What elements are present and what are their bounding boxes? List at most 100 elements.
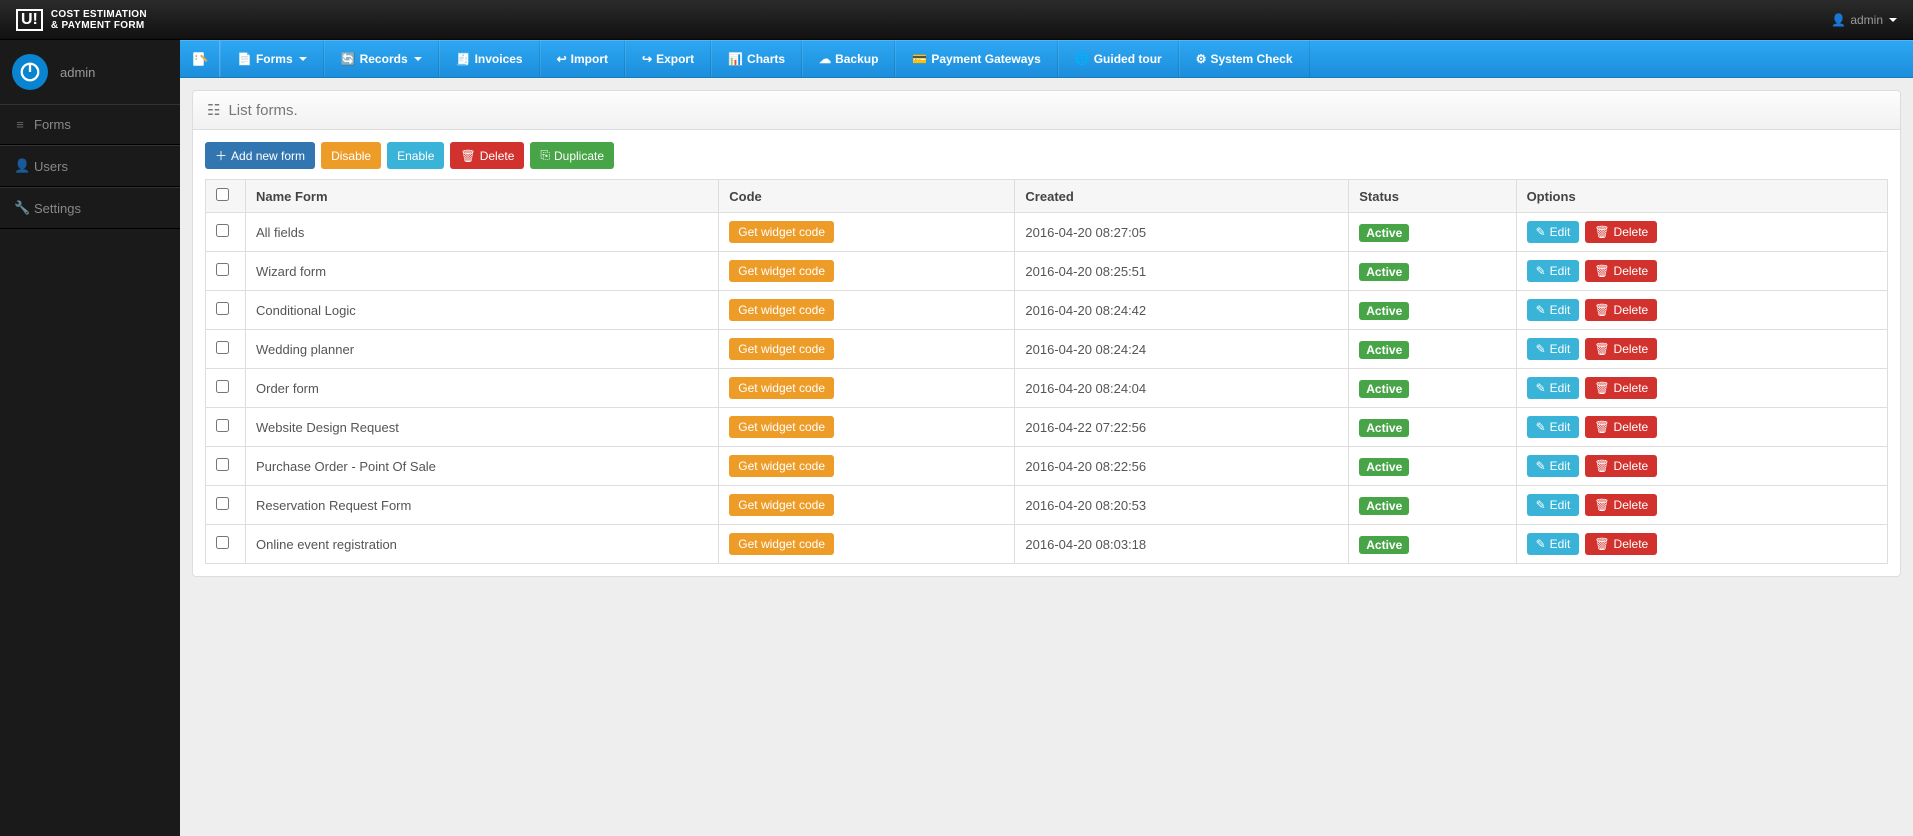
row-checkbox[interactable]	[216, 419, 229, 432]
brand-line1: COST ESTIMATION	[51, 9, 147, 20]
edit-icon: ✎	[1536, 303, 1546, 317]
select-all-checkbox[interactable]	[216, 188, 229, 201]
table-row: Website Design RequestGet widget code201…	[206, 408, 1888, 447]
chart-icon: 📊	[728, 52, 743, 66]
pencil-form-icon	[191, 50, 209, 68]
brand-logo: U!	[16, 9, 43, 31]
row-name: Reservation Request Form	[246, 486, 719, 525]
edit-button[interactable]: ✎ Edit	[1527, 416, 1580, 438]
user-menu-label: admin	[1850, 13, 1883, 27]
toolbar-records[interactable]: 🔄Records	[324, 41, 439, 77]
table-row: Order formGet widget code2016-04-20 08:2…	[206, 369, 1888, 408]
get-widget-code-button[interactable]: Get widget code	[729, 377, 834, 399]
row-created: 2016-04-20 08:27:05	[1015, 213, 1349, 252]
row-created: 2016-04-20 08:24:24	[1015, 330, 1349, 369]
get-widget-code-button[interactable]: Get widget code	[729, 299, 834, 321]
get-widget-code-button[interactable]: Get widget code	[729, 260, 834, 282]
toolbar-charts[interactable]: 📊Charts	[711, 41, 802, 77]
get-widget-code-button[interactable]: Get widget code	[729, 455, 834, 477]
wrench-icon: 🔧	[14, 200, 26, 216]
row-delete-button[interactable]: 🗑 Delete	[1585, 299, 1657, 321]
edit-icon: ✎	[1536, 225, 1546, 239]
get-widget-code-button[interactable]: Get widget code	[729, 338, 834, 360]
chevron-down-icon	[1889, 18, 1897, 22]
trash-icon: 🗑	[1594, 420, 1609, 434]
get-widget-code-button[interactable]: Get widget code	[729, 416, 834, 438]
trash-icon: 🗑	[1594, 498, 1609, 512]
list-icon: ☷	[207, 101, 220, 119]
toolbar-import[interactable]: ↩Import	[540, 41, 625, 77]
export-icon: ↪	[642, 52, 652, 66]
edit-button[interactable]: ✎ Edit	[1527, 377, 1580, 399]
edit-icon: ✎	[1536, 381, 1546, 395]
edit-button[interactable]: ✎ Edit	[1527, 299, 1580, 321]
row-checkbox[interactable]	[216, 224, 229, 237]
toolbar-invoices[interactable]: 🧾Invoices	[439, 41, 540, 77]
sidebar-item-forms[interactable]: ≡Forms	[0, 104, 180, 145]
toolbar-system[interactable]: ⚙System Check	[1179, 41, 1310, 77]
toolbar-app-icon[interactable]	[180, 41, 220, 77]
table-row: Purchase Order - Point Of Sale Get widget…	[206, 447, 1888, 486]
duplicate-button[interactable]: ⎘Duplicate	[530, 142, 614, 169]
row-delete-button[interactable]: 🗑 Delete	[1585, 377, 1657, 399]
brand-line2: & PAYMENT FORM	[51, 20, 147, 31]
row-checkbox[interactable]	[216, 302, 229, 315]
row-checkbox[interactable]	[216, 263, 229, 276]
row-name: Online event registration	[246, 525, 719, 564]
sidebar-item-users[interactable]: 👤Users	[0, 145, 180, 187]
row-checkbox[interactable]	[216, 458, 229, 471]
toolbar-label: System Check	[1210, 52, 1292, 66]
row-delete-button[interactable]: 🗑 Delete	[1585, 221, 1657, 243]
add-form-button[interactable]: ＋Add new form	[205, 142, 315, 169]
button-label: Delete	[480, 149, 515, 163]
edit-button[interactable]: ✎ Edit	[1527, 455, 1580, 477]
panel-title: List forms.	[228, 102, 297, 119]
edit-button[interactable]: ✎ Edit	[1527, 338, 1580, 360]
col-name: Name Form	[246, 180, 719, 213]
row-checkbox[interactable]	[216, 497, 229, 510]
row-checkbox[interactable]	[216, 536, 229, 549]
row-name: Conditional Logic	[246, 291, 719, 330]
user-menu[interactable]: 👤 admin	[1831, 13, 1897, 27]
refresh-icon: 🔄	[341, 52, 356, 66]
row-delete-button[interactable]: 🗑 Delete	[1585, 416, 1657, 438]
user-icon: 👤	[14, 158, 26, 174]
edit-button[interactable]: ✎ Edit	[1527, 533, 1580, 555]
row-created: 2016-04-20 08:22:56	[1015, 447, 1349, 486]
delete-button[interactable]: 🗑Delete	[450, 142, 524, 169]
trash-icon: 🗑	[1594, 303, 1609, 317]
status-badge: Active	[1359, 497, 1409, 515]
row-name: Purchase Order - Point Of Sale	[246, 447, 719, 486]
sidebar-item-settings[interactable]: 🔧Settings	[0, 187, 180, 229]
row-created: 2016-04-20 08:25:51	[1015, 252, 1349, 291]
row-delete-button[interactable]: 🗑 Delete	[1585, 260, 1657, 282]
row-name: Website Design Request	[246, 408, 719, 447]
get-widget-code-button[interactable]: Get widget code	[729, 533, 834, 555]
enable-button[interactable]: Enable	[387, 142, 444, 169]
row-checkbox[interactable]	[216, 341, 229, 354]
brand-title: COST ESTIMATION & PAYMENT FORM	[51, 9, 147, 31]
toolbar-tour[interactable]: 🌐Guided tour	[1058, 41, 1179, 77]
toolbar-forms[interactable]: 📄Forms	[220, 41, 324, 77]
table-row: Online event registration Get widget code…	[206, 525, 1888, 564]
toolbar-backup[interactable]: ☁Backup	[802, 41, 895, 77]
row-delete-button[interactable]: 🗑 Delete	[1585, 533, 1657, 555]
row-delete-button[interactable]: 🗑 Delete	[1585, 338, 1657, 360]
get-widget-code-button[interactable]: Get widget code	[729, 221, 834, 243]
edit-icon: ✎	[1536, 420, 1546, 434]
trash-icon: 🗑	[1594, 225, 1609, 239]
row-delete-button[interactable]: 🗑 Delete	[1585, 494, 1657, 516]
toolbar-export[interactable]: ↪Export	[625, 41, 711, 77]
edit-button[interactable]: ✎ Edit	[1527, 221, 1580, 243]
trash-icon: 🗑	[1594, 342, 1609, 356]
edit-button[interactable]: ✎ Edit	[1527, 494, 1580, 516]
main-content: 📄Forms 🔄Records 🧾Invoices ↩Import ↪Expor…	[180, 40, 1913, 836]
row-delete-button[interactable]: 🗑 Delete	[1585, 455, 1657, 477]
edit-button[interactable]: ✎ Edit	[1527, 260, 1580, 282]
toolbar-payment[interactable]: 💳Payment Gateways	[895, 41, 1057, 77]
get-widget-code-button[interactable]: Get widget code	[729, 494, 834, 516]
import-icon: ↩	[557, 52, 567, 66]
disable-button[interactable]: Disable	[321, 142, 381, 169]
table-row: Wizard formGet widget code2016-04-20 08:…	[206, 252, 1888, 291]
row-checkbox[interactable]	[216, 380, 229, 393]
